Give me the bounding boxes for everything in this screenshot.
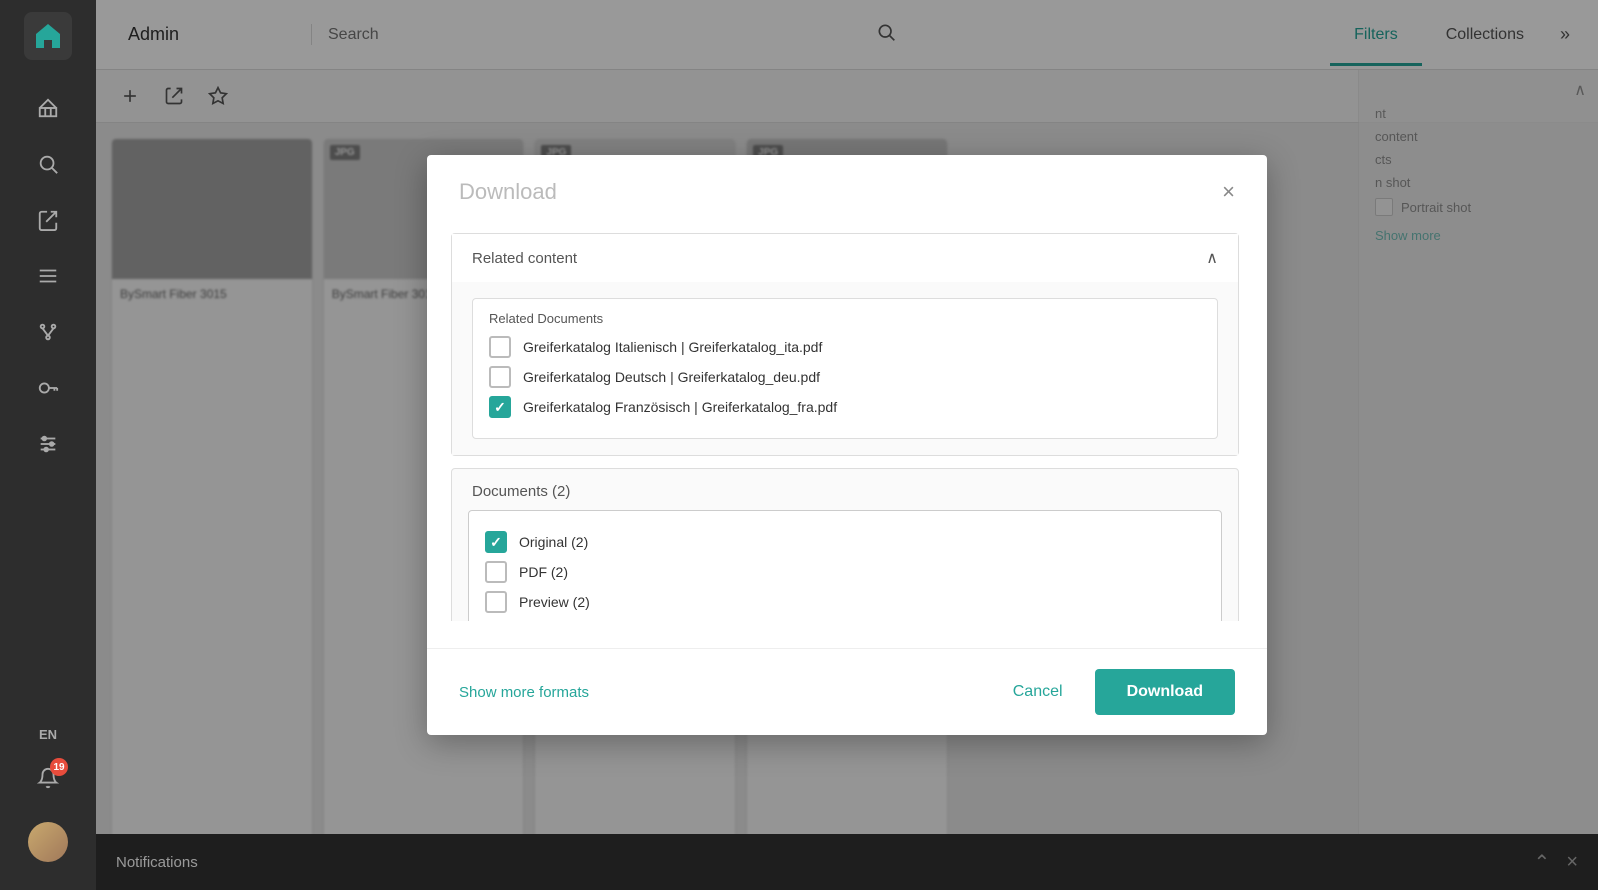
documents-section: Documents (2) Original (2) PDF (2) (451, 468, 1239, 621)
doc-label-preview: Preview (2) (519, 594, 590, 610)
related-documents-title: Related Documents (489, 311, 1201, 326)
doc-item-pdf[interactable]: PDF (2) (485, 561, 1205, 583)
related-content-title: Related content (472, 250, 577, 267)
sidebar-item-key[interactable] (24, 364, 72, 412)
sidebar: EN 19 (0, 0, 96, 890)
related-doc-checkbox-1[interactable] (489, 336, 511, 358)
modal-footer: Show more formats Cancel Download (427, 648, 1267, 735)
doc-checkbox-original[interactable] (485, 531, 507, 553)
doc-checkbox-pdf[interactable] (485, 561, 507, 583)
modal-header: Download × (427, 155, 1267, 221)
doc-checkbox-preview[interactable] (485, 591, 507, 613)
modal-footer-actions: Cancel Download (997, 669, 1235, 715)
logo-icon (32, 20, 64, 52)
related-doc-item-3[interactable]: Greiferkatalog Französisch | Greiferkata… (489, 396, 1201, 418)
related-doc-item-1[interactable]: Greiferkatalog Italienisch | Greiferkata… (489, 336, 1201, 358)
sidebar-item-list[interactable] (24, 252, 72, 300)
download-modal: Download × Related content ∧ Related Doc… (427, 155, 1267, 735)
related-doc-label-1: Greiferkatalog Italienisch | Greiferkata… (523, 339, 822, 355)
sidebar-item-sliders[interactable] (24, 420, 72, 468)
download-button[interactable]: Download (1095, 669, 1235, 715)
sidebar-item-share[interactable] (24, 196, 72, 244)
doc-label-pdf: PDF (2) (519, 564, 568, 580)
sidebar-item-search[interactable] (24, 140, 72, 188)
modal-body: Related content ∧ Related Documents Grei… (427, 221, 1267, 648)
sidebar-item-branch[interactable] (24, 308, 72, 356)
related-doc-checkbox-3[interactable] (489, 396, 511, 418)
cancel-button[interactable]: Cancel (997, 675, 1079, 709)
related-content-chevron[interactable]: ∧ (1206, 248, 1218, 268)
related-doc-label-2: Greiferkatalog Deutsch | Greiferkatalog_… (523, 369, 820, 385)
related-content-section: Related content ∧ Related Documents Grei… (451, 233, 1239, 456)
related-doc-item-2[interactable]: Greiferkatalog Deutsch | Greiferkatalog_… (489, 366, 1201, 388)
related-content-header: Related content ∧ (452, 234, 1238, 282)
documents-section-title: Documents (2) (452, 469, 1238, 506)
related-documents-box: Related Documents Greiferkatalog Italien… (472, 298, 1218, 439)
doc-item-preview[interactable]: Preview (2) (485, 591, 1205, 613)
modal-close-button[interactable]: × (1222, 181, 1235, 203)
main-content-area: Admin Filters Collections » BySma (96, 0, 1598, 890)
modal-scroll-area[interactable]: Related content ∧ Related Documents Grei… (451, 221, 1243, 621)
related-content-body: Related Documents Greiferkatalog Italien… (452, 282, 1238, 455)
sidebar-logo[interactable] (24, 12, 72, 60)
documents-section-inner: Original (2) PDF (2) Preview (2) (468, 510, 1222, 621)
show-more-formats-link[interactable]: Show more formats (459, 684, 589, 701)
related-doc-label-3: Greiferkatalog Französisch | Greiferkata… (523, 399, 837, 415)
modal-title: Download (459, 179, 557, 205)
language-selector[interactable]: EN (39, 727, 57, 742)
user-avatar[interactable] (28, 822, 68, 862)
sidebar-item-home[interactable] (24, 84, 72, 132)
doc-label-original: Original (2) (519, 534, 588, 550)
doc-item-original[interactable]: Original (2) (485, 531, 1205, 553)
notification-badge: 19 (50, 758, 68, 776)
related-doc-checkbox-2[interactable] (489, 366, 511, 388)
notifications-icon[interactable]: 19 (24, 754, 72, 802)
